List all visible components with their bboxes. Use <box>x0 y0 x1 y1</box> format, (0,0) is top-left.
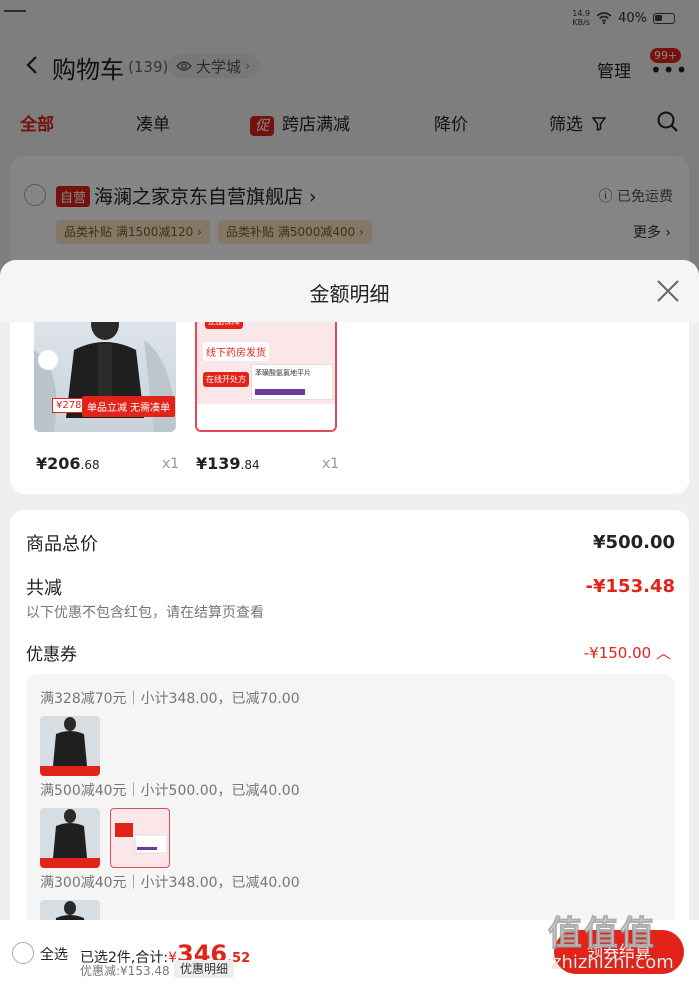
coupon-line: 满500减40元｜小计500.00，已减40.00 <box>40 783 300 799</box>
coupon-line: 满300减40元｜小计348.00，已减40.00 <box>40 875 300 891</box>
product-qty: x1 <box>322 456 340 472</box>
jacket-thumb-icon <box>40 809 100 868</box>
coupon-value: -¥150.00 <box>583 644 652 662</box>
chevron-up-icon: ︿ <box>655 644 671 662</box>
product-image-medicine[interactable]: 正品保障 线下药房发货 在线开处方 苯磺酸氨氯地平片 <box>195 310 337 432</box>
select-all-radio[interactable] <box>12 942 34 964</box>
discount-value: -¥153.48 <box>585 576 675 597</box>
sheet-header: 金额明细 <box>0 260 699 322</box>
coupon-product-thumb <box>40 716 100 776</box>
discount-summary: 优惠减:¥153.48 <box>80 964 170 978</box>
sheet-title: 金额明细 <box>309 282 390 306</box>
medicine-stripe <box>255 389 305 395</box>
product-price: ¥139.84 <box>196 454 260 473</box>
amount-detail-sheet: 金额明细 ¥278 单品立减 无需凑单 ¥206.68 x1 正品保障 线下药房… <box>0 260 699 984</box>
product-list: ¥278 单品立减 无需凑单 ¥206.68 x1 正品保障 线下药房发货 在线… <box>10 300 689 494</box>
jacket-thumb-icon <box>40 717 100 776</box>
offline-pharmacy-label: 线下药房发货 <box>203 342 269 361</box>
price-int: ¥139 <box>196 454 241 473</box>
coupon-line: 满328减70元｜小计348.00，已减70.00 <box>40 691 300 707</box>
medicine-thumb-icon <box>115 823 168 854</box>
coupon-toggle[interactable]: -¥150.00 ︿ <box>584 642 671 663</box>
discount-label: 共减 <box>26 578 62 599</box>
price-int: ¥206 <box>36 454 81 473</box>
product-qty: x1 <box>162 456 180 472</box>
coupon-product-thumb <box>40 808 100 868</box>
coupon-label: 优惠券 <box>26 645 77 665</box>
price-dec: .84 <box>240 458 260 472</box>
total-price-value: ¥500.00 <box>593 532 675 553</box>
discount-note: 以下优惠不包含红包，请在结算页查看 <box>26 605 264 621</box>
price-summary: 商品总价 ¥500.00 共减 -¥153.48 以下优惠不包含红包，请在结算页… <box>10 510 689 984</box>
coupon-product-thumb <box>110 808 170 868</box>
medicine-base <box>197 404 335 430</box>
medicine-box: 苯磺酸氨氯地平片 <box>251 364 333 400</box>
promo-banner: 单品立减 无需凑单 <box>82 396 176 417</box>
product-price: ¥206.68 <box>36 454 100 473</box>
product-image-jacket[interactable]: ¥278 单品立减 无需凑单 <box>34 310 176 432</box>
select-all-label[interactable]: 全选 <box>40 944 68 964</box>
checkout-button[interactable]: 领券结算 <box>554 930 684 974</box>
promo-price-tag: ¥278 <box>52 398 86 413</box>
prescription-label: 在线开处方 <box>203 372 249 387</box>
close-icon[interactable] <box>655 278 681 304</box>
discount-detail-button[interactable]: 优惠明细 <box>174 960 235 978</box>
total-price-label: 商品总价 <box>26 534 98 555</box>
price-dec: .68 <box>80 458 100 472</box>
medicine-box-text: 苯磺酸氨氯地平片 <box>255 369 311 377</box>
checkout-bar: 全选 已选2件,合计:¥346.52 优惠减:¥153.48 优惠明细 领券结算 <box>0 920 699 984</box>
